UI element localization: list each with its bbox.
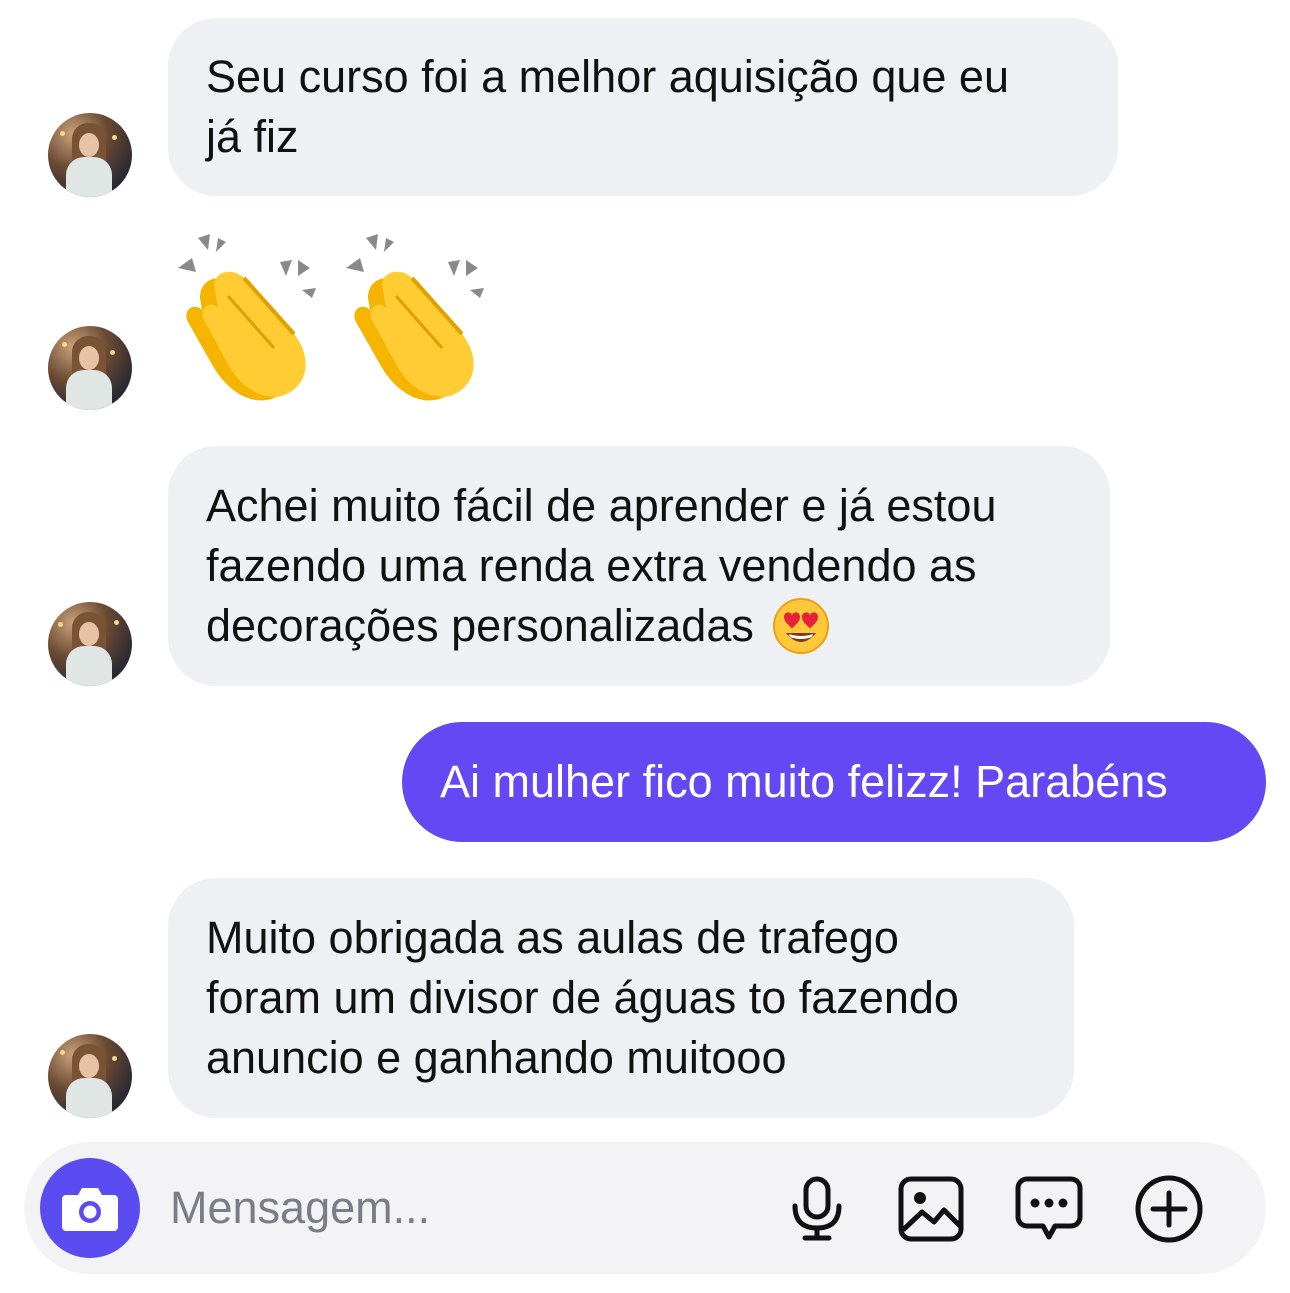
clapping-hands-icon: [346, 234, 484, 401]
camera-icon: [62, 1188, 118, 1231]
clapping-hands-icon: [178, 234, 316, 401]
sender-avatar[interactable]: [48, 1034, 132, 1118]
message-text: Ai mulher fico muito felizz! Parabéns: [440, 756, 1168, 807]
message-composer: Mensagem...: [24, 1142, 1266, 1274]
message-input[interactable]: Mensagem...: [170, 1180, 430, 1236]
image-icon: [898, 1176, 964, 1242]
message-text-line: Achei muito fácil de aprender e já estou: [206, 480, 997, 531]
message-text-line: foram um divisor de águas to fazendo: [206, 972, 959, 1023]
message-text-line: decorações personalizadas: [206, 600, 754, 651]
camera-button[interactable]: [40, 1158, 140, 1258]
gallery-button[interactable]: [896, 1174, 966, 1244]
message-text-line: anuncio e ganhando muitooo: [206, 1032, 787, 1083]
sender-avatar[interactable]: [48, 113, 132, 197]
sender-avatar[interactable]: [48, 326, 132, 410]
plus-circle-icon: [1135, 1175, 1203, 1243]
outgoing-message-bubble[interactable]: Ai mulher fico muito felizz! Parabéns: [402, 722, 1266, 842]
heart-eyes-emoji-icon: [772, 598, 829, 654]
message-text-line: já fiz: [206, 111, 299, 162]
message-text-line: fazendo uma renda extra vendendo as: [206, 540, 977, 591]
clap-emoji-message[interactable]: [170, 218, 510, 418]
sticker-button[interactable]: [1014, 1174, 1084, 1244]
sender-avatar[interactable]: [48, 602, 132, 686]
microphone-icon: [792, 1176, 842, 1241]
incoming-message-bubble[interactable]: Achei muito fácil de aprender e já estou…: [168, 446, 1110, 686]
more-options-button[interactable]: [1134, 1174, 1204, 1244]
incoming-message-bubble[interactable]: Muito obrigada as aulas de trafego foram…: [168, 878, 1074, 1118]
incoming-message-bubble[interactable]: Seu curso foi a melhor aquisição que eu …: [168, 18, 1118, 196]
microphone-button[interactable]: [782, 1174, 852, 1244]
message-text-line: Seu curso foi a melhor aquisição que eu: [206, 51, 1009, 102]
sticker-chat-icon: [1015, 1176, 1083, 1240]
message-text-line: Muito obrigada as aulas de trafego: [206, 912, 899, 963]
